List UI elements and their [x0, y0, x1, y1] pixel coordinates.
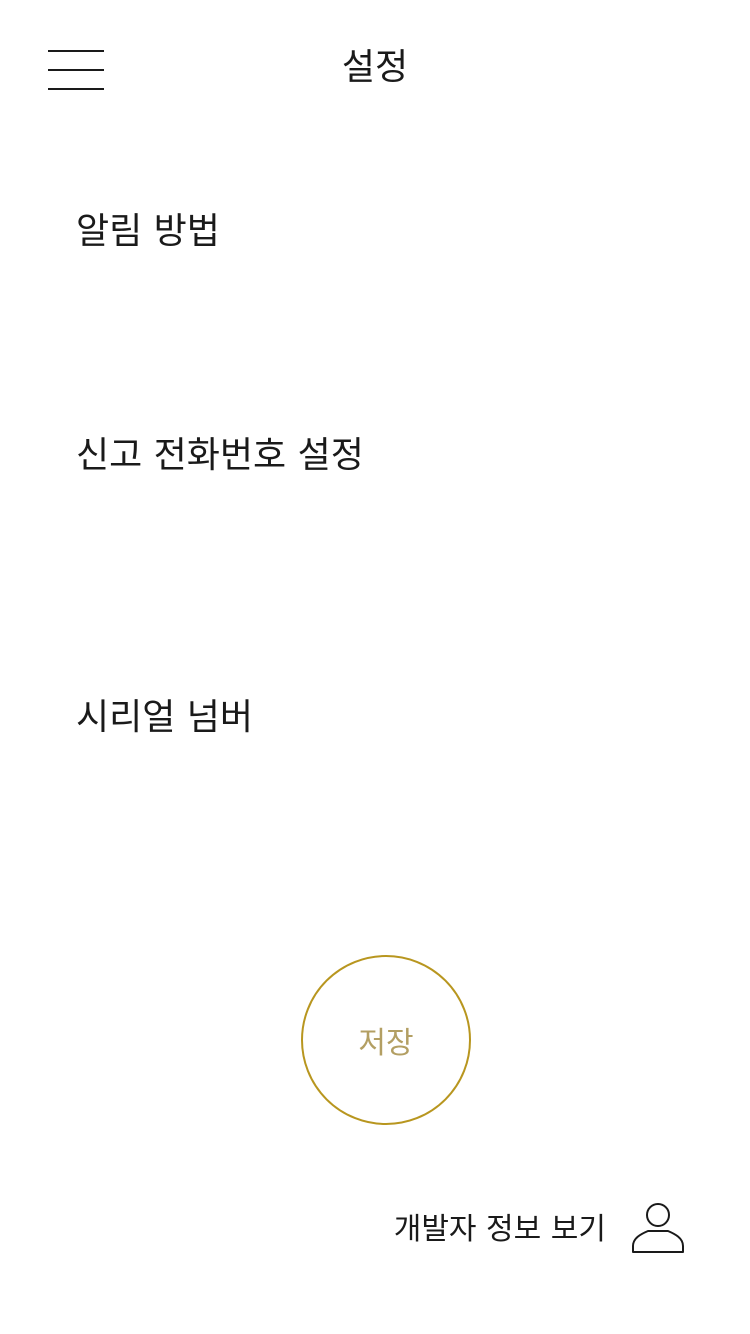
settings-item-serial-number[interactable]: 시리얼 넘버: [76, 694, 253, 742]
settings-item-report-phone[interactable]: 신고 전화번호 설정: [76, 432, 364, 480]
settings-item-notification-method[interactable]: 알림 방법: [76, 208, 220, 256]
developer-info-link[interactable]: 개발자 정보 보기: [394, 1196, 686, 1256]
user-icon: [632, 1203, 684, 1253]
page-title: 설정: [341, 47, 409, 88]
developer-info-label: 개발자 정보 보기: [393, 1212, 606, 1247]
save-button[interactable]: 저장: [301, 955, 471, 1125]
